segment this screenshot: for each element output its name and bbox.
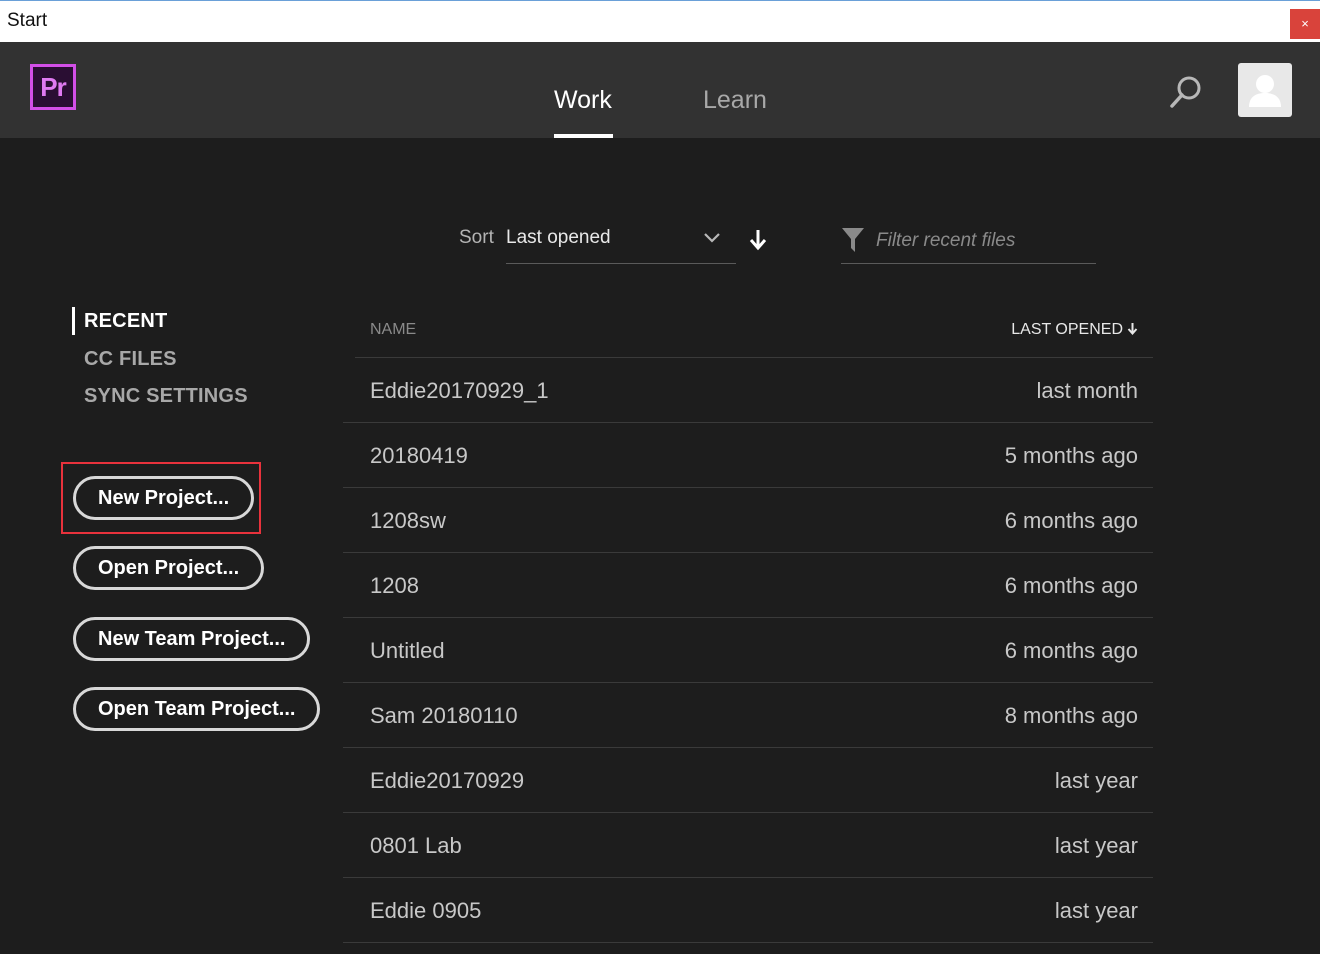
file-name: 20180419 bbox=[370, 443, 468, 468]
table-row[interactable]: Eddie20170929 last year bbox=[343, 748, 1153, 813]
file-name: Eddie20170929_1 bbox=[370, 378, 549, 403]
start-window: Start × Pr Work Learn Sort Last opened F… bbox=[0, 0, 1320, 954]
file-name: 0801 Lab bbox=[370, 833, 462, 858]
sort-selected-value: Last opened bbox=[506, 227, 611, 248]
file-name: Sam 20180110 bbox=[370, 703, 518, 728]
filter-funnel-icon bbox=[842, 228, 864, 252]
file-last-opened: 6 months ago bbox=[1004, 638, 1138, 663]
file-name: 1208 bbox=[370, 573, 419, 598]
filter-recent-files-input[interactable] bbox=[876, 226, 1091, 256]
file-name: Eddie 0905 bbox=[370, 898, 482, 923]
file-last-opened: 6 months ago bbox=[1004, 573, 1138, 598]
file-last-opened: last month bbox=[1036, 378, 1139, 403]
title-bar: Start × bbox=[0, 0, 1320, 42]
nav-item-sync-settings[interactable]: SYNC SETTINGS bbox=[84, 385, 248, 408]
file-name: Untitled bbox=[370, 638, 445, 663]
open-team-project-button[interactable]: Open Team Project... bbox=[73, 687, 321, 731]
new-team-project-button[interactable]: New Team Project... bbox=[73, 617, 311, 661]
table-row[interactable]: Sam 20180110 8 months ago bbox=[343, 683, 1153, 748]
file-last-opened: last year bbox=[1054, 768, 1138, 793]
table-row[interactable]: 1208 6 months ago bbox=[343, 553, 1153, 618]
tab-work[interactable]: Work bbox=[554, 86, 612, 115]
nav-item-cc-files[interactable]: CC FILES bbox=[84, 348, 177, 371]
sort-label: Sort bbox=[459, 227, 494, 248]
sort-direction-arrow-icon[interactable] bbox=[748, 228, 768, 252]
file-name: Eddie20170929 bbox=[370, 768, 525, 793]
column-header-last-opened-label: LAST OPENED bbox=[1011, 321, 1123, 338]
column-header-name[interactable]: NAME bbox=[370, 321, 416, 339]
column-header-last-opened[interactable]: LAST OPENED bbox=[1011, 321, 1138, 339]
file-last-opened: 6 months ago bbox=[1004, 508, 1138, 533]
open-project-button[interactable]: Open Project... bbox=[73, 546, 265, 590]
file-last-opened: last year bbox=[1054, 898, 1138, 923]
close-button[interactable]: × bbox=[1290, 9, 1320, 39]
file-last-opened: last year bbox=[1054, 833, 1138, 858]
window-title: Start bbox=[7, 10, 48, 31]
nav-item-recent[interactable]: RECENT bbox=[84, 310, 167, 333]
filter-field bbox=[841, 222, 1096, 264]
active-tab-underline bbox=[554, 134, 613, 138]
table-row[interactable]: 1208sw 6 months ago bbox=[343, 488, 1153, 553]
sort-arrow-down-icon bbox=[1127, 323, 1138, 335]
file-last-opened: 8 months ago bbox=[1004, 703, 1138, 728]
table-row[interactable]: Untitled 6 months ago bbox=[343, 618, 1153, 683]
user-avatar-icon[interactable] bbox=[1238, 63, 1292, 117]
premiere-logo: Pr bbox=[30, 64, 76, 110]
nav-active-indicator bbox=[72, 307, 75, 335]
new-project-button[interactable]: New Project... bbox=[73, 476, 255, 520]
table-row[interactable]: 0801 Lab last year bbox=[343, 813, 1153, 878]
sort-dropdown[interactable]: Last opened bbox=[506, 222, 736, 264]
table-row[interactable]: Eddie 0905 last year bbox=[343, 878, 1153, 943]
app-header: Pr Work Learn bbox=[0, 42, 1320, 138]
file-name: 1208sw bbox=[370, 508, 446, 533]
file-last-opened: 5 months ago bbox=[1004, 443, 1138, 468]
table-header: NAME LAST OPENED bbox=[355, 306, 1153, 358]
chevron-down-icon bbox=[704, 233, 720, 243]
table-row[interactable]: Eddie20170929_1 last month bbox=[343, 358, 1153, 423]
tab-learn[interactable]: Learn bbox=[703, 86, 767, 115]
search-icon[interactable] bbox=[1168, 74, 1204, 110]
recent-files-list: Eddie20170929_1 last month 20180419 5 mo… bbox=[343, 358, 1153, 943]
table-row[interactable]: 20180419 5 months ago bbox=[343, 423, 1153, 488]
